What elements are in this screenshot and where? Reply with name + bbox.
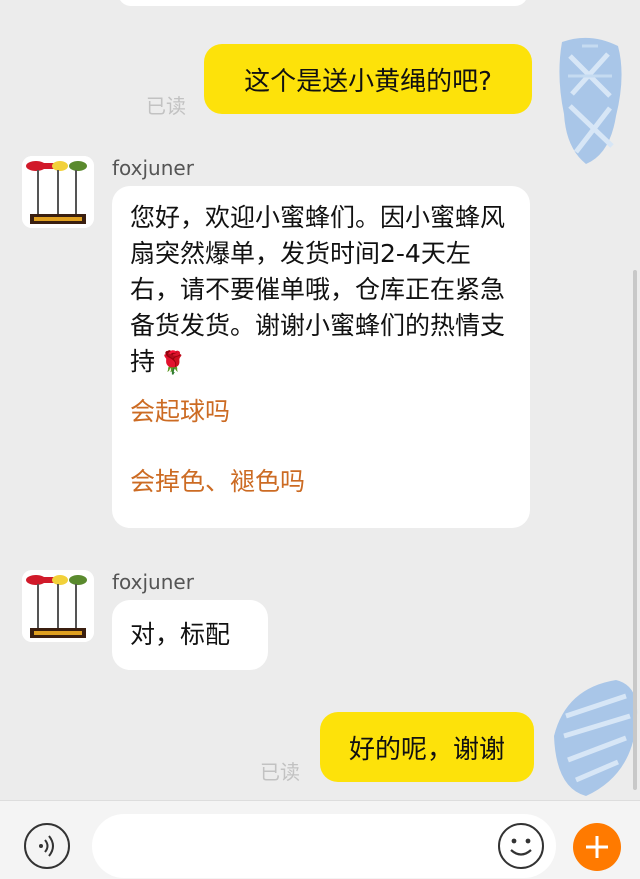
quick-question-link[interactable]: 会掉色、褪色吗 — [130, 462, 305, 498]
incoming-message-bubble[interactable]: 对，标配 — [112, 600, 268, 670]
emoji-button[interactable] — [498, 823, 544, 869]
shop-logo-icon — [22, 156, 94, 228]
emoji-icon — [510, 838, 532, 856]
sender-name: foxjuner — [112, 156, 194, 180]
blurred-avatar-icon — [559, 37, 622, 165]
more-options-button[interactable] — [573, 823, 621, 871]
read-receipt: 已读 — [146, 94, 186, 118]
outgoing-message-bubble[interactable]: 好的呢，谢谢 — [320, 712, 534, 782]
self-avatar[interactable] — [552, 36, 628, 166]
incoming-message-bubble[interactable]: 您好，欢迎小蜜蜂们。因小蜜蜂风扇突然爆单，发货时间2-4天左右，请不要催单哦，仓… — [112, 186, 530, 528]
outgoing-message-bubble[interactable]: 这个是送小黄绳的吧? — [204, 44, 532, 114]
blurred-avatar-icon — [554, 680, 638, 796]
quick-question-link[interactable]: 会起球吗 — [130, 392, 230, 428]
sender-avatar[interactable] — [22, 156, 94, 228]
scrollbar[interactable] — [633, 270, 637, 790]
sender-avatar[interactable] — [22, 570, 94, 642]
rose-emoji-icon: 🌹 — [159, 351, 187, 376]
input-bar — [0, 800, 640, 879]
shop-logo-icon — [22, 570, 94, 642]
self-avatar[interactable] — [546, 676, 640, 800]
plus-icon — [586, 836, 608, 858]
read-receipt: 已读 — [260, 760, 300, 784]
message-text: 这个是送小黄绳的吧? — [244, 66, 492, 97]
voice-icon — [39, 835, 54, 857]
message-body: 您好，欢迎小蜜蜂们。因小蜜蜂风扇突然爆单，发货时间2-4天左右，请不要催单哦，仓… — [130, 200, 520, 382]
message-text: 好的呢，谢谢 — [348, 734, 505, 765]
sender-name: foxjuner — [112, 570, 194, 594]
message-input[interactable] — [92, 814, 556, 878]
message-text: 对，标配 — [130, 620, 231, 649]
previous-message-bubble — [118, 0, 528, 6]
voice-input-button[interactable] — [24, 823, 70, 869]
